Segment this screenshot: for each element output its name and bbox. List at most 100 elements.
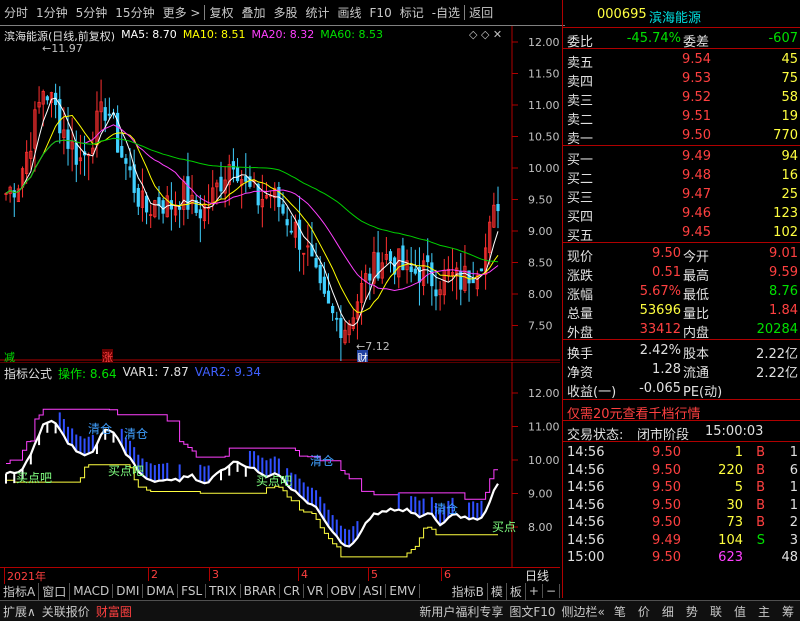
candle-body (335, 317, 339, 320)
ind-signal-label: 买点吧 (16, 471, 53, 485)
cell: B (756, 462, 765, 478)
indicator-tab-7[interactable]: BRAR (241, 584, 281, 598)
candle-body (74, 142, 78, 165)
indicator-chart[interactable]: 12.00 11.00 10.00 9.00 8.00 (0, 362, 560, 567)
main-y-tick: 7.50 (528, 320, 553, 333)
candle-body (231, 161, 235, 170)
sell-level: 卖四 9.53 75 (563, 69, 800, 90)
status-bar: 扩展∧ 关联报价 财富圈 新用户福利专享 图文F10 侧边栏« 笔价细势联值主筹 (0, 600, 800, 621)
status-left-2[interactable]: 财富圈 (93, 603, 135, 620)
buy-level: 买一 9.49 94 (563, 147, 800, 168)
toolbar-item-4[interactable]: 更多 > (159, 4, 205, 21)
toolbar-item-1[interactable]: 1分钟 (32, 4, 72, 21)
status-left-1[interactable]: 关联报价 (39, 603, 93, 620)
indicator-tab-4[interactable]: DMA (143, 584, 179, 598)
cell: 1 (789, 480, 798, 495)
cell: 14:56 (567, 532, 605, 548)
cell: B (756, 480, 765, 495)
ind-y-tick: 10.00 (528, 454, 560, 467)
status-mid-0[interactable]: 新用户福利专享 (416, 603, 506, 620)
main-y-tick: 11.50 (528, 68, 560, 81)
cell: 9.50 (682, 128, 711, 143)
indicator-tab-right-4[interactable]: − (543, 584, 560, 598)
status-right-0[interactable]: 笔 (608, 603, 632, 620)
status-left-0[interactable]: 扩展∧ (0, 603, 39, 620)
indicator-tab-0[interactable]: 指标A (0, 582, 40, 600)
cell: 33412 (639, 322, 681, 337)
indicator-tab-12[interactable]: EMV (386, 584, 420, 598)
toolbar-item-5[interactable]: 复权 (205, 4, 237, 21)
indicator-tab-2[interactable]: MACD (70, 584, 114, 598)
time-axis-label: 4 (298, 568, 308, 581)
toolbar-item-6[interactable]: 叠加 (237, 4, 269, 21)
cell: 6 (789, 462, 798, 478)
stock-code: 000695 (597, 7, 647, 22)
indicator-tab-right-3[interactable]: + (526, 584, 543, 598)
candle-body (285, 219, 289, 226)
status-right-4[interactable]: 联 (704, 603, 728, 620)
cell: 9.59 (769, 265, 798, 280)
toolbar-item-10[interactable]: F10 (366, 6, 396, 20)
cell: 14:56 (567, 497, 605, 513)
cell: 3 (789, 532, 798, 548)
status-right-1[interactable]: 价 (632, 603, 656, 620)
main-y-tick: 11.00 (528, 99, 560, 112)
indicator-tab-1[interactable]: 窗口 (39, 582, 71, 600)
divider (563, 48, 800, 49)
status-right-2[interactable]: 细 (656, 603, 680, 620)
indicator-var2: VAR2: 9.34 (194, 365, 261, 379)
indicator-legend: 指标公式 操作: 8.64 VAR1: 7.87 VAR2: 9.34 (4, 365, 261, 382)
indicator-tab-8[interactable]: CR (280, 584, 304, 598)
candle-body (219, 176, 223, 192)
toolbar-item-12[interactable]: -自选 (428, 4, 464, 21)
indicator-tab-5[interactable]: FSL (178, 584, 207, 598)
cell: 8.76 (769, 284, 798, 299)
indicator-tab-10[interactable]: OBV (328, 584, 361, 598)
status-right-7[interactable]: 筹 (776, 603, 800, 620)
status-mid-1[interactable]: 图文F10 (506, 603, 558, 620)
kline-chart[interactable]: 12.00 11.50 11.00 10.50 10.00 9.50 9.00 8.50 8.0… (0, 26, 560, 361)
main-y-tick: 9.50 (528, 194, 553, 207)
indicator-tab-6[interactable]: TRIX (206, 584, 241, 598)
toolbar-item-8[interactable]: 统计 (302, 4, 334, 21)
chart-controls-icon[interactable]: ◇ ◇ ✕ (469, 28, 502, 41)
cell: 20284 (756, 322, 798, 337)
indicator-tab-right-2[interactable]: 板 (507, 582, 526, 600)
status-right-3[interactable]: 势 (680, 603, 704, 620)
indicator-tab-right-0[interactable]: 指标B (449, 582, 488, 600)
divider (563, 420, 800, 421)
toolbar-item-7[interactable]: 多股 (269, 4, 301, 21)
period-label[interactable]: 日线 (525, 567, 549, 584)
toolbar-item-0[interactable]: 分时 (0, 4, 32, 21)
status-right-6[interactable]: 主 (752, 603, 776, 620)
stat-row: 现价 9.50 今开 9.01 (563, 244, 800, 265)
candle-body (136, 187, 140, 207)
cell: S (756, 532, 765, 548)
candle-body (66, 129, 70, 149)
cell: 48 (781, 550, 798, 565)
sell-level: 卖二 9.51 19 (563, 107, 800, 128)
toolbar-item-13[interactable]: 返回 (465, 4, 497, 21)
toolbar-item-9[interactable]: 画线 (334, 4, 366, 21)
indicator-tab-3[interactable]: DMI (113, 584, 144, 598)
status-right-5[interactable]: 值 (728, 603, 752, 620)
indicator-title: 指标公式 (4, 367, 53, 381)
main-y-tick: 10.00 (528, 162, 560, 175)
chart-toolbar: 分时 1分钟 5分钟 15分钟 更多 > 复权 叠加 多股 统计 画线 F10 标记 -自选 返回 (0, 0, 565, 26)
toolbar-item-3[interactable]: 15分钟 (111, 4, 158, 21)
divider (563, 27, 800, 28)
candle-body (124, 158, 128, 164)
status-mid-2[interactable]: 侧边栏« (559, 603, 608, 620)
tick-row: 15:00 9.50 623 48 (563, 548, 800, 568)
stock-name: 滨海能源 (649, 11, 702, 26)
indicator-tab-9[interactable]: VR (304, 584, 328, 598)
indicator-tab-11[interactable]: ASI (360, 584, 387, 598)
toolbar-item-2[interactable]: 5分钟 (72, 4, 112, 21)
cell: B (756, 497, 765, 513)
quote-header: 000695 滨海能源 (563, 5, 800, 26)
cell: 45 (781, 52, 798, 67)
toolbar-item-11[interactable]: 标记 (396, 4, 428, 21)
ind-y-tick: 8.00 (528, 521, 553, 534)
cell: 9.01 (769, 246, 798, 261)
indicator-tab-right-1[interactable]: 模 (488, 582, 507, 600)
